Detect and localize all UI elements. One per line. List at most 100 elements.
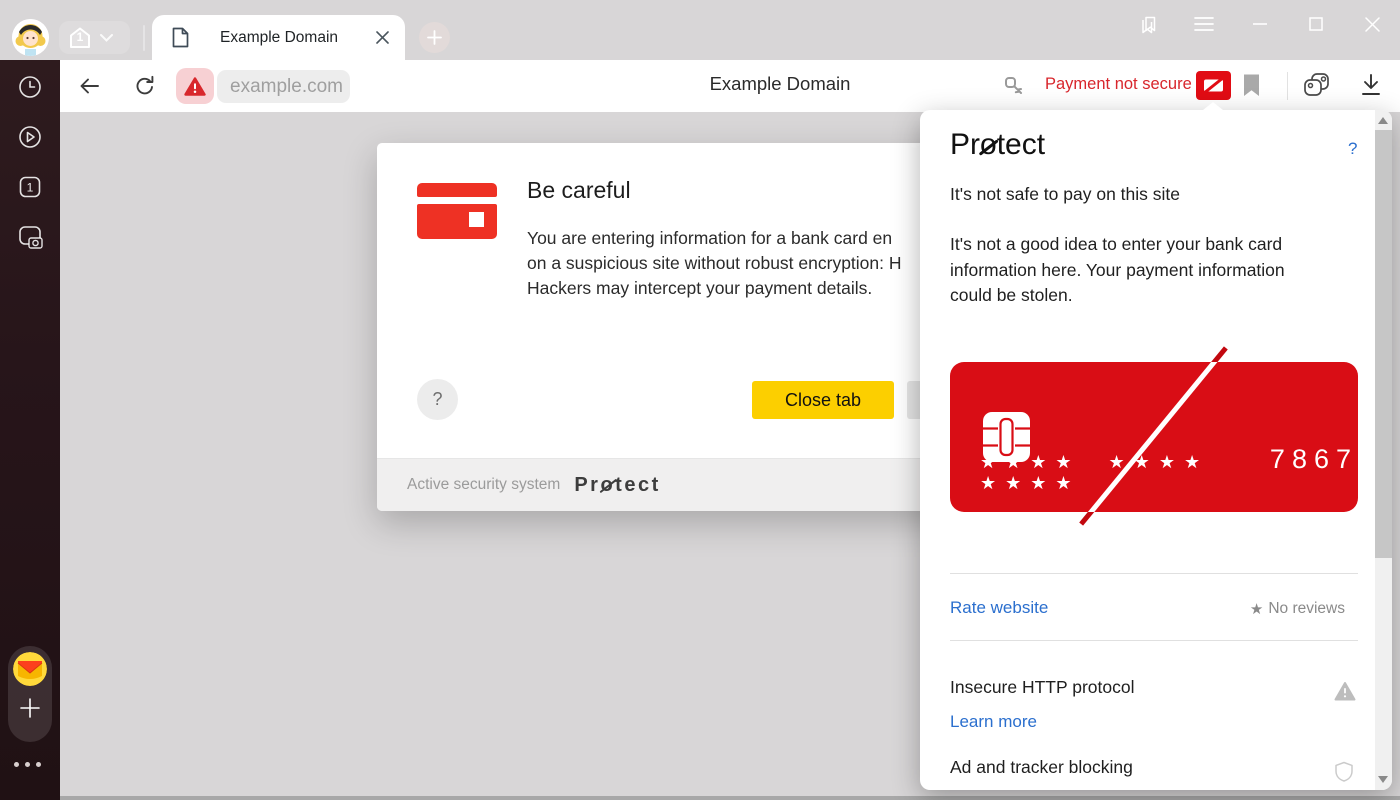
- maximize-button[interactable]: [1288, 1, 1344, 47]
- maximize-icon: [1309, 17, 1323, 31]
- dialog-body-line: You are entering information for a bank …: [527, 226, 902, 251]
- screenshot-button[interactable]: [18, 225, 42, 249]
- tab-group-button[interactable]: 1: [59, 21, 130, 54]
- svg-text:1: 1: [27, 181, 34, 195]
- protect-panel: Protect ? It's not safe to pay on this s…: [920, 110, 1392, 790]
- bookmarks-panel-button[interactable]: [1120, 1, 1176, 47]
- bookmark-button[interactable]: [1242, 73, 1261, 98]
- password-manager-button[interactable]: [1002, 74, 1026, 98]
- panel-help-link[interactable]: ?: [1348, 139, 1357, 159]
- site-warning-badge[interactable]: [176, 68, 214, 104]
- titlebar: 1 Example Domain: [0, 0, 1400, 60]
- insecure-http-label: Insecure HTTP protocol: [950, 677, 1134, 698]
- reload-icon: [133, 74, 157, 98]
- sidebar-apps-pill: [8, 646, 52, 742]
- scroll-down-arrow[interactable]: [1378, 776, 1388, 783]
- scrollbar-thumb[interactable]: [1375, 130, 1392, 558]
- bookmarks-icon: [1137, 13, 1160, 36]
- close-icon: [1365, 17, 1380, 32]
- learn-more-link[interactable]: Learn more: [950, 712, 1037, 732]
- warning-triangle-icon: [184, 77, 206, 96]
- bank-card-icon: [417, 183, 497, 239]
- browser-tab-active[interactable]: Example Domain: [152, 15, 405, 60]
- dialog-help-button[interactable]: ?: [417, 379, 458, 420]
- window-controls: [1120, 0, 1400, 48]
- dialog-title: Be careful: [527, 177, 631, 204]
- dialog-body-line: on a suspicious site without robust encr…: [527, 251, 902, 276]
- blocked-card-illustration: ★★★★ ★★★★ ★★★★ 7867: [950, 362, 1358, 512]
- panel-divider: [950, 573, 1358, 574]
- warning-gray-icon: [1334, 681, 1356, 701]
- camera-icon: [18, 225, 44, 251]
- reviews-status: ★ No reviews: [1250, 600, 1345, 618]
- payment-not-secure-label[interactable]: Payment not secure: [1045, 75, 1192, 94]
- panel-divider: [950, 640, 1358, 641]
- tab-shape-icon: 1: [68, 26, 92, 50]
- plus-icon: [20, 698, 40, 718]
- dialog-body: You are entering information for a bank …: [527, 226, 902, 301]
- avatar-illustration: [12, 19, 49, 56]
- protect-logo-pre: Pr: [574, 474, 600, 496]
- tab-count: 1: [68, 30, 92, 44]
- toolbar: example.com Example Domain Payment not s…: [60, 60, 1400, 112]
- close-tab-button[interactable]: Close tab: [752, 381, 894, 419]
- chevron-down-icon: [100, 34, 113, 42]
- protect-logo-post: tect: [615, 474, 661, 496]
- sidebar: 1: [0, 60, 60, 800]
- profile-avatar[interactable]: [12, 19, 49, 56]
- add-app-button[interactable]: [20, 698, 40, 718]
- close-window-button[interactable]: [1344, 1, 1400, 47]
- key-icon: [1002, 74, 1026, 98]
- overlapping-squares-icon: [1300, 70, 1334, 102]
- crossed-card-icon: [1202, 76, 1225, 95]
- media-button[interactable]: [18, 125, 42, 149]
- panel-title-o: o: [980, 128, 997, 162]
- panel-scrollbar[interactable]: [1375, 110, 1392, 790]
- panel-description: It's not a good idea to enter your bank …: [950, 232, 1328, 309]
- new-tab-button[interactable]: [419, 22, 450, 53]
- titlebar-divider: [143, 25, 145, 51]
- bookmark-icon: [1242, 73, 1261, 98]
- tabs-button[interactable]: 1: [18, 175, 42, 199]
- tab-counter-icon: 1: [18, 175, 42, 199]
- card-number-digits: 7867: [1270, 444, 1358, 475]
- yandex-mail-icon: [13, 652, 47, 686]
- tab-title: Example Domain: [189, 29, 373, 47]
- extensions-button[interactable]: [1300, 70, 1334, 102]
- protect-status-badge[interactable]: [1196, 71, 1231, 100]
- mail-app-button[interactable]: [13, 652, 47, 686]
- window-bottom-edge: [60, 796, 1400, 800]
- plus-icon: [427, 30, 442, 45]
- protect-logo-o: o: [600, 474, 615, 497]
- panel-notch: [1203, 102, 1223, 110]
- address-bar[interactable]: example.com: [217, 70, 350, 103]
- url-text: example.com: [230, 76, 343, 98]
- scroll-up-arrow[interactable]: [1378, 117, 1388, 124]
- menu-button[interactable]: [1176, 1, 1232, 47]
- panel-title-pre: Pr: [950, 128, 980, 161]
- ad-tracker-blocking-label: Ad and tracker blocking: [950, 757, 1133, 778]
- panel-title: Protect: [950, 128, 1045, 162]
- downloads-button[interactable]: [1358, 72, 1384, 99]
- minimize-icon: [1253, 22, 1267, 26]
- dialog-body-line: Hackers may intercept your payment detai…: [527, 276, 902, 301]
- tab-close-button[interactable]: [373, 29, 391, 47]
- hamburger-icon: [1194, 16, 1214, 32]
- card-number: ★★★★ ★★★★ ★★★★ 7867: [980, 444, 1358, 494]
- clock-icon: [18, 75, 42, 99]
- shield-icon: [1334, 761, 1354, 783]
- reload-button[interactable]: [133, 74, 157, 98]
- star-icon: ★: [1250, 600, 1263, 618]
- sidebar-more-button[interactable]: [14, 762, 46, 767]
- back-button[interactable]: [77, 74, 101, 98]
- minimize-button[interactable]: [1232, 1, 1288, 47]
- active-security-label: Active security system: [407, 476, 560, 494]
- toolbar-page-title: Example Domain: [540, 73, 1020, 95]
- card-number-masked: ★★★★ ★★★★ ★★★★: [980, 452, 1246, 494]
- history-button[interactable]: [18, 75, 42, 99]
- protect-logo: Protect: [574, 474, 660, 497]
- back-arrow-icon: [77, 74, 101, 98]
- rate-website-link[interactable]: Rate website: [950, 598, 1048, 618]
- panel-heading: It's not safe to pay on this site: [950, 184, 1180, 205]
- document-icon: [172, 27, 189, 48]
